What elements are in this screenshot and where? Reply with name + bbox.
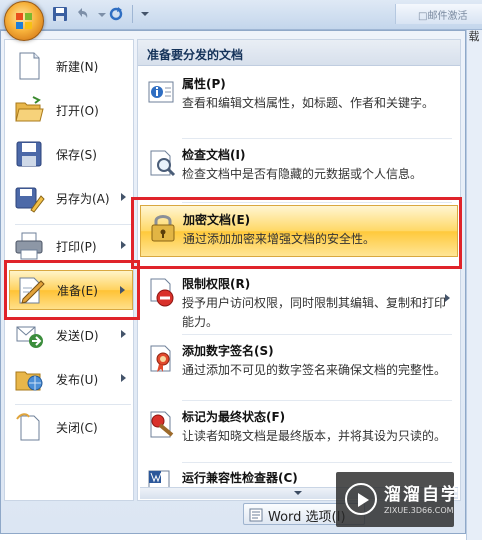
save-disk-icon (16, 141, 42, 167)
submenu-arrow-icon (120, 286, 125, 294)
printer-icon (15, 232, 43, 260)
left-command-list: 新建(N) 打开(O) 保存(S) 另存为(A) 打印(P) 准备(E) 发送(… (4, 39, 134, 501)
digital-signature-icon (150, 345, 171, 372)
properties-icon (148, 81, 174, 103)
submenu-item-encrypt[interactable]: 加密文档(E) 通过添加加密来增强文档的安全性。 (140, 205, 458, 257)
submenu-separator (182, 138, 452, 139)
menu-item-label: 打印(P) (56, 239, 97, 254)
menu-item-open[interactable]: 打开(O) (9, 90, 133, 130)
close-document-icon (16, 413, 40, 441)
submenu-item-title: 检查文档(I) (182, 148, 246, 162)
submenu-arrow-icon (121, 193, 126, 201)
submenu-item-title: 运行兼容性检查器(C) (182, 471, 298, 485)
save-icon[interactable] (52, 6, 68, 22)
submenu-item-restrict[interactable]: 限制权限(R) 授予用户访问权限，同时限制其编辑、复制和打印能力。 (140, 270, 458, 334)
menu-item-close[interactable]: 关闭(C) (9, 407, 133, 447)
submenu-item-inspect[interactable]: 检查文档(I) 检查文档中是否有隐藏的元数据或个人信息。 (140, 141, 458, 189)
submenu-item-digital-signature[interactable]: 添加数字签名(S) 通过添加不可见的数字签名来确保文档的完整性。 (140, 337, 458, 401)
watermark-title: 溜溜自学 (384, 485, 460, 505)
submenu-header: 准备要分发的文档 (138, 40, 460, 66)
inspect-document-icon (150, 150, 176, 177)
office-menu: 新建(N) 打开(O) 保存(S) 另存为(A) 打印(P) 准备(E) 发送(… (0, 30, 466, 534)
open-folder-icon (15, 96, 44, 122)
redo-icon[interactable] (108, 6, 124, 22)
submenu-arrow-icon (121, 374, 126, 382)
submenu-arrow-icon (121, 330, 126, 338)
menu-item-label: 发布(U) (56, 372, 99, 387)
submenu-arrow-icon (121, 241, 126, 249)
submenu-item-desc: 通过添加加密来增强文档的安全性。 (183, 232, 376, 246)
watermark: 溜溜自学 ZIXUE.3D66.COM (336, 472, 458, 527)
menu-separator (15, 224, 131, 225)
menu-item-label: 发送(D) (56, 328, 99, 343)
submenu-item-title: 标记为最终状态(F) (182, 410, 286, 424)
new-document-icon (19, 52, 40, 80)
menu-item-label: 保存(S) (56, 147, 97, 162)
watermark-url: ZIXUE.3D66.COM (384, 506, 454, 515)
mark-final-icon (150, 411, 174, 438)
submenu-item-title: 属性(P) (182, 77, 226, 91)
submenu-separator (182, 334, 452, 335)
title-bar-right-text: □邮件激活 (418, 11, 468, 22)
submenu-item-title: 加密文档(E) (183, 213, 251, 227)
menu-separator (15, 404, 131, 405)
title-bar-right: □邮件激活 (395, 4, 482, 24)
submenu-item-mark-final[interactable]: 标记为最终状态(F) 让读者知晓文档是最终版本，并将其设为只读的。 (140, 403, 458, 465)
menu-item-label: 准备(E) (57, 283, 98, 298)
send-icon (16, 326, 43, 348)
publish-folder-icon (15, 371, 43, 391)
submenu-item-title: 添加数字签名(S) (182, 344, 274, 358)
toolbar-separator (132, 5, 133, 23)
word-options-label: Word 选项(I) (268, 510, 346, 525)
menu-item-publish[interactable]: 发布(U) (9, 359, 133, 399)
prepare-submenu: 准备要分发的文档 属性(P) 查看和编辑文档属性，如标题、作者和关键字。 检查文… (137, 39, 461, 501)
office-logo-icon (16, 13, 32, 29)
submenu-separator (182, 400, 452, 401)
submenu-item-desc: 让读者知晓文档是最终版本，并将其设为只读的。 (182, 429, 447, 443)
submenu-item-desc: 查看和编辑文档属性，如标题、作者和关键字。 (182, 96, 435, 110)
submenu-item-desc: 授予用户访问权限，同时限制其编辑、复制和打印能力。 (182, 296, 447, 329)
compatibility-checker-icon (148, 470, 170, 488)
office-button[interactable] (4, 1, 44, 41)
submenu-separator (182, 267, 452, 268)
encrypt-lock-icon (151, 215, 175, 242)
menu-item-label: 打开(O) (56, 103, 99, 118)
customize-toolbar-icon[interactable] (137, 6, 153, 22)
menu-item-label: 新建(N) (56, 59, 99, 74)
menu-item-save-as[interactable]: 另存为(A) (9, 178, 133, 218)
submenu-arrow-icon (445, 294, 450, 302)
submenu-separator (182, 462, 452, 463)
menu-item-save[interactable]: 保存(S) (9, 134, 133, 174)
undo-icon[interactable] (74, 6, 90, 22)
menu-item-prepare[interactable]: 准备(E) (9, 270, 133, 310)
submenu-item-properties[interactable]: 属性(P) 查看和编辑文档属性，如标题、作者和关键字。 (140, 70, 458, 136)
submenu-item-title: 限制权限(R) (182, 277, 251, 291)
restrict-permission-icon (150, 278, 174, 307)
word-options-icon (249, 508, 263, 522)
submenu-item-desc: 检查文档中是否有隐藏的元数据或个人信息。 (182, 167, 423, 181)
submenu-item-desc: 通过添加不可见的数字签名来确保文档的完整性。 (182, 363, 447, 377)
menu-item-label: 关闭(C) (56, 420, 98, 435)
menu-item-label: 另存为(A) (56, 191, 110, 206)
scroll-down-icon (294, 491, 302, 495)
document-edge (466, 30, 482, 540)
document-edge-text: 载 (468, 30, 480, 43)
menu-item-send[interactable]: 发送(D) (9, 315, 133, 355)
prepare-pen-icon (19, 277, 45, 304)
play-logo-icon (345, 483, 377, 515)
menu-item-print[interactable]: 打印(P) (9, 226, 133, 266)
save-as-icon (15, 187, 45, 213)
menu-item-new[interactable]: 新建(N) (9, 46, 133, 86)
quick-access-toolbar: □邮件激活 (0, 0, 482, 30)
submenu-separator (182, 202, 452, 203)
